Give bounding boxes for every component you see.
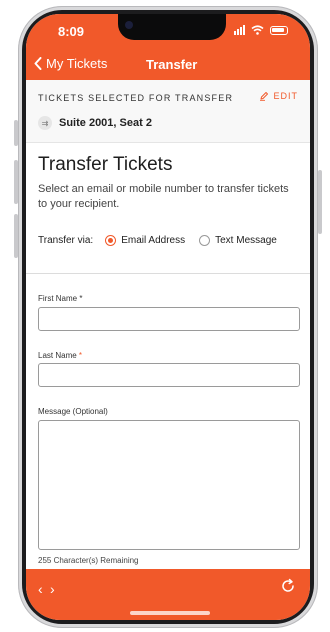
text-message-option[interactable]: Text Message <box>199 235 277 246</box>
text-message-option-label: Text Message <box>215 235 277 246</box>
status-icons <box>234 25 288 35</box>
top-bar: 8:09 My Tickets Transfer <box>26 14 310 80</box>
transfer-description: Select an email or mobile number to tran… <box>38 183 289 210</box>
transfer-via-row: Transfer via: Email Address Text Message <box>38 235 277 246</box>
nav-title: Transfer <box>146 57 198 72</box>
home-indicator <box>130 611 210 615</box>
first-name-input[interactable] <box>38 307 300 331</box>
phone-button <box>14 120 18 146</box>
front-camera <box>125 21 133 29</box>
email-option[interactable]: Email Address <box>105 235 185 246</box>
chevron-left-icon <box>34 57 42 70</box>
nav-bar: My Tickets Transfer <box>26 52 310 78</box>
screen: 8:09 My Tickets Transfer TICKETS SELECTE… <box>26 14 310 620</box>
required-mark: * <box>79 294 83 303</box>
selected-tickets-label: TICKETS SELECTED FOR TRANSFER <box>38 93 234 103</box>
back-button[interactable]: My Tickets <box>34 56 107 71</box>
status-time: 8:09 <box>58 24 85 39</box>
edit-label: EDIT <box>273 91 298 101</box>
last-name-input[interactable] <box>38 363 300 387</box>
first-name-label-text: First Name <box>38 294 78 303</box>
edit-button[interactable]: EDIT <box>259 91 298 101</box>
back-label: My Tickets <box>46 56 108 71</box>
message-label: Message (Optional) <box>38 407 108 416</box>
last-name-label: Last Name * <box>38 351 82 360</box>
phone-button <box>14 214 18 258</box>
chevron-left-icon[interactable]: ‹ <box>38 581 43 597</box>
seat-row: ⇉ Suite 2001, Seat 2 <box>38 116 152 130</box>
page-title: Transfer Tickets <box>38 154 173 175</box>
message-textarea[interactable] <box>38 420 300 550</box>
seat-text: Suite 2001, Seat 2 <box>59 117 152 129</box>
refresh-icon[interactable] <box>280 578 296 594</box>
notch <box>118 14 226 40</box>
first-name-label: First Name * <box>38 294 82 303</box>
chevron-right-icon[interactable]: › <box>50 581 55 597</box>
battery-icon <box>270 25 288 35</box>
text-message-radio[interactable] <box>199 235 211 246</box>
required-mark: * <box>78 351 83 360</box>
divider <box>26 273 310 274</box>
phone-button <box>318 170 322 234</box>
phone-button <box>14 160 18 204</box>
transfer-via-label: Transfer via: <box>38 235 94 246</box>
last-name-label-text: Last Name <box>38 351 77 360</box>
characters-remaining: 255 Character(s) Remaining <box>38 556 139 565</box>
selected-tickets-section: TICKETS SELECTED FOR TRANSFER EDIT ⇉ Sui… <box>26 80 310 143</box>
wifi-icon <box>251 25 264 35</box>
ticket-icon: ⇉ <box>38 116 52 130</box>
cellular-signal-icon <box>234 25 245 35</box>
email-radio[interactable] <box>105 235 117 246</box>
pencil-icon <box>260 92 269 101</box>
email-option-label: Email Address <box>121 235 186 246</box>
